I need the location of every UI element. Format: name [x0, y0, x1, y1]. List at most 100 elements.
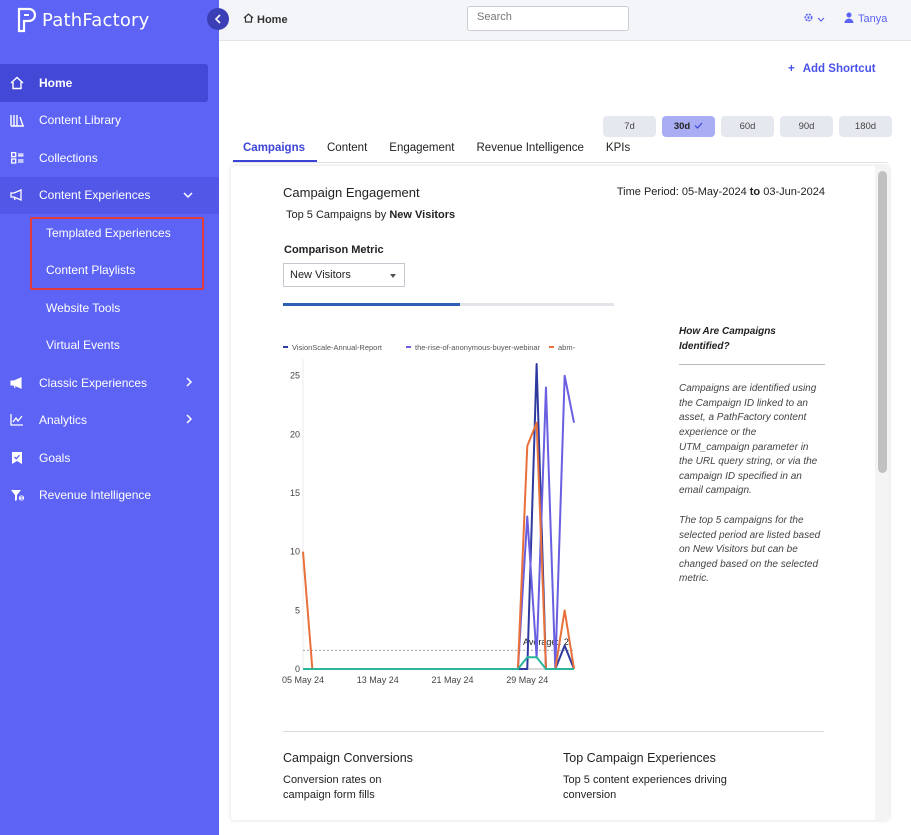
period-90d-button[interactable]: 90d — [780, 116, 833, 137]
user-name: Tanya — [858, 13, 888, 25]
sidebar-item-content-library[interactable]: Content Library — [0, 102, 219, 140]
legend-label: VisionScale-Annual-Report — [292, 343, 383, 352]
y-tick-label: 15 — [290, 488, 300, 498]
goals-icon — [9, 450, 25, 466]
search-input[interactable]: Search — [467, 6, 629, 31]
sidebar-item-label: Collections — [39, 150, 98, 165]
sidebar-item-content-experiences[interactable]: Content Experiences — [0, 176, 219, 214]
x-tick-label: 05 May 24 — [282, 675, 324, 685]
series-line — [303, 363, 575, 670]
period-180d-button[interactable]: 180d — [839, 116, 892, 137]
chevron-down-icon — [183, 188, 193, 202]
add-shortcut-label: Add Shortcut — [802, 63, 876, 75]
home-icon — [9, 75, 25, 91]
campaign-conversions-title: Campaign Conversions — [283, 751, 413, 765]
sidebar-item-label: Content Library — [39, 113, 122, 128]
campaign-conversions-subtitle: Conversion rates on campaign form fills — [283, 774, 382, 801]
megaphone-icon — [9, 187, 25, 203]
analytics-icon — [9, 412, 25, 428]
top-bar: Home Search Tanya — [219, 0, 911, 41]
y-tick-label: 0 — [295, 664, 300, 674]
sidebar-item-revenue-intelligence[interactable]: $ Revenue Intelligence — [0, 477, 219, 515]
time-period-label: Time Period: — [616, 186, 679, 198]
sidebar-item-label: Goals — [39, 450, 71, 465]
campaign-engagement-subtitle: Top 5 Campaigns by New Visitors — [286, 209, 455, 221]
sidebar-item-label: Classic Experiences — [39, 375, 148, 390]
sidebar-nav: Home Content Library Collections Content… — [0, 64, 219, 514]
tab-revenue-intelligence[interactable]: Revenue Intelligence — [467, 142, 596, 162]
chevron-left-icon — [214, 14, 221, 24]
period-7d-button[interactable]: 7d — [603, 116, 656, 137]
sidebar-item-goals[interactable]: Goals — [0, 439, 219, 477]
logo[interactable]: PathFactory — [16, 6, 150, 34]
tab-engagement[interactable]: Engagement — [379, 142, 466, 162]
series-line — [303, 374, 575, 670]
x-tick-label: 13 May 24 — [357, 675, 399, 685]
period-30d-button[interactable]: 30d — [662, 116, 715, 137]
sidebar-item-home[interactable]: Home — [0, 64, 208, 102]
sidebar-collapse-button[interactable] — [207, 8, 229, 30]
scrollbar-thumb[interactable] — [878, 171, 887, 473]
breadcrumb-label: Home — [257, 13, 288, 26]
y-tick-label: 20 — [290, 429, 300, 439]
y-tick-label: 25 — [290, 371, 300, 381]
user-icon — [844, 12, 854, 26]
sidebar-item-virtual-events[interactable]: Virtual Events — [0, 327, 219, 365]
tab-content[interactable]: Content — [317, 142, 379, 162]
logo-text: PathFactory — [42, 9, 150, 31]
sidebar-item-label: Revenue Intelligence — [39, 488, 152, 503]
info-paragraph-1: Campaigns are identified using the Campa… — [679, 383, 818, 497]
revenue-icon: $ — [9, 487, 25, 503]
caret-down-icon — [390, 274, 396, 278]
sidebar-item-label: Home — [39, 75, 73, 90]
chevron-down-icon — [817, 12, 825, 26]
info-heading: How Are Campaigns Identified? — [679, 325, 825, 366]
campaign-info-panel: How Are Campaigns Identified? Campaigns … — [679, 325, 825, 602]
check-icon — [694, 121, 703, 132]
top-campaign-experiences-title: Top Campaign Experiences — [563, 751, 716, 765]
period-label: 30d — [673, 121, 691, 132]
campaign-engagement-chart: 0 5 10 15 20 25 05 May 24 13 May 24 21 May 24 29 … — [282, 343, 576, 685]
breadcrumb[interactable]: Home — [243, 13, 288, 26]
tab-campaigns[interactable]: Campaigns — [233, 142, 317, 162]
settings-menu[interactable] — [803, 12, 825, 26]
plus-icon: + — [788, 63, 795, 75]
subtitle-metric: New Visitors — [389, 209, 456, 221]
sidebar-item-label: Content Playlists — [46, 263, 136, 278]
y-tick-label: 10 — [290, 547, 300, 557]
library-icon — [9, 112, 25, 128]
chevron-right-icon — [186, 376, 193, 390]
subtitle-prefix: Top 5 Campaigns by — [286, 209, 387, 221]
time-period: Time Period: 05-May-2024 to 03-Jun-2024 — [611, 185, 825, 200]
chart-tab-indicator — [283, 303, 614, 306]
user-menu[interactable]: Tanya — [844, 12, 887, 26]
chevron-right-icon — [186, 413, 193, 427]
sidebar-item-label: Virtual Events — [46, 338, 120, 353]
sidebar-item-templated-experiences[interactable]: Templated Experiences — [0, 214, 219, 252]
top-campaign-experiences-subtitle: Top 5 content experiences driving conver… — [563, 774, 727, 801]
dashboard-tabs: Campaigns Content Engagement Revenue Int… — [233, 142, 888, 163]
sidebar-item-label: Content Experiences — [39, 188, 151, 203]
tab-kpis[interactable]: KPIs — [596, 142, 642, 162]
add-shortcut-button[interactable]: + Add Shortcut — [788, 63, 876, 75]
main-content: + Add Shortcut 7d 30d 60d 90d 180d Campa… — [219, 41, 911, 835]
collections-icon — [9, 150, 25, 166]
x-tick-label: 21 May 24 — [432, 675, 474, 685]
sidebar-item-content-playlists[interactable]: Content Playlists — [0, 252, 219, 290]
sidebar-item-website-tools[interactable]: Website Tools — [0, 289, 219, 327]
legend-label: abm- — [558, 343, 576, 352]
svg-text:$: $ — [20, 496, 23, 502]
megaphone-icon — [9, 375, 25, 391]
info-paragraph-2: The top 5 campaigns for the selected per… — [679, 514, 821, 585]
sidebar-item-classic-experiences[interactable]: Classic Experiences — [0, 364, 219, 402]
legend-label: the-rise-of-anonymous-buyer-webinar — [415, 343, 541, 352]
comparison-metric-label: Comparison Metric — [284, 244, 384, 256]
period-60d-button[interactable]: 60d — [721, 116, 774, 137]
sidebar-item-label: Analytics — [39, 413, 88, 428]
comparison-metric-select[interactable]: New Visitors — [283, 263, 405, 287]
comparison-metric-value: New Visitors — [290, 269, 351, 281]
time-period-to-label: to — [749, 186, 761, 198]
sidebar-item-collections[interactable]: Collections — [0, 139, 219, 177]
campaign-engagement-card: Campaign Engagement Top 5 Campaigns by N… — [231, 166, 889, 820]
sidebar-item-analytics[interactable]: Analytics — [0, 402, 219, 440]
